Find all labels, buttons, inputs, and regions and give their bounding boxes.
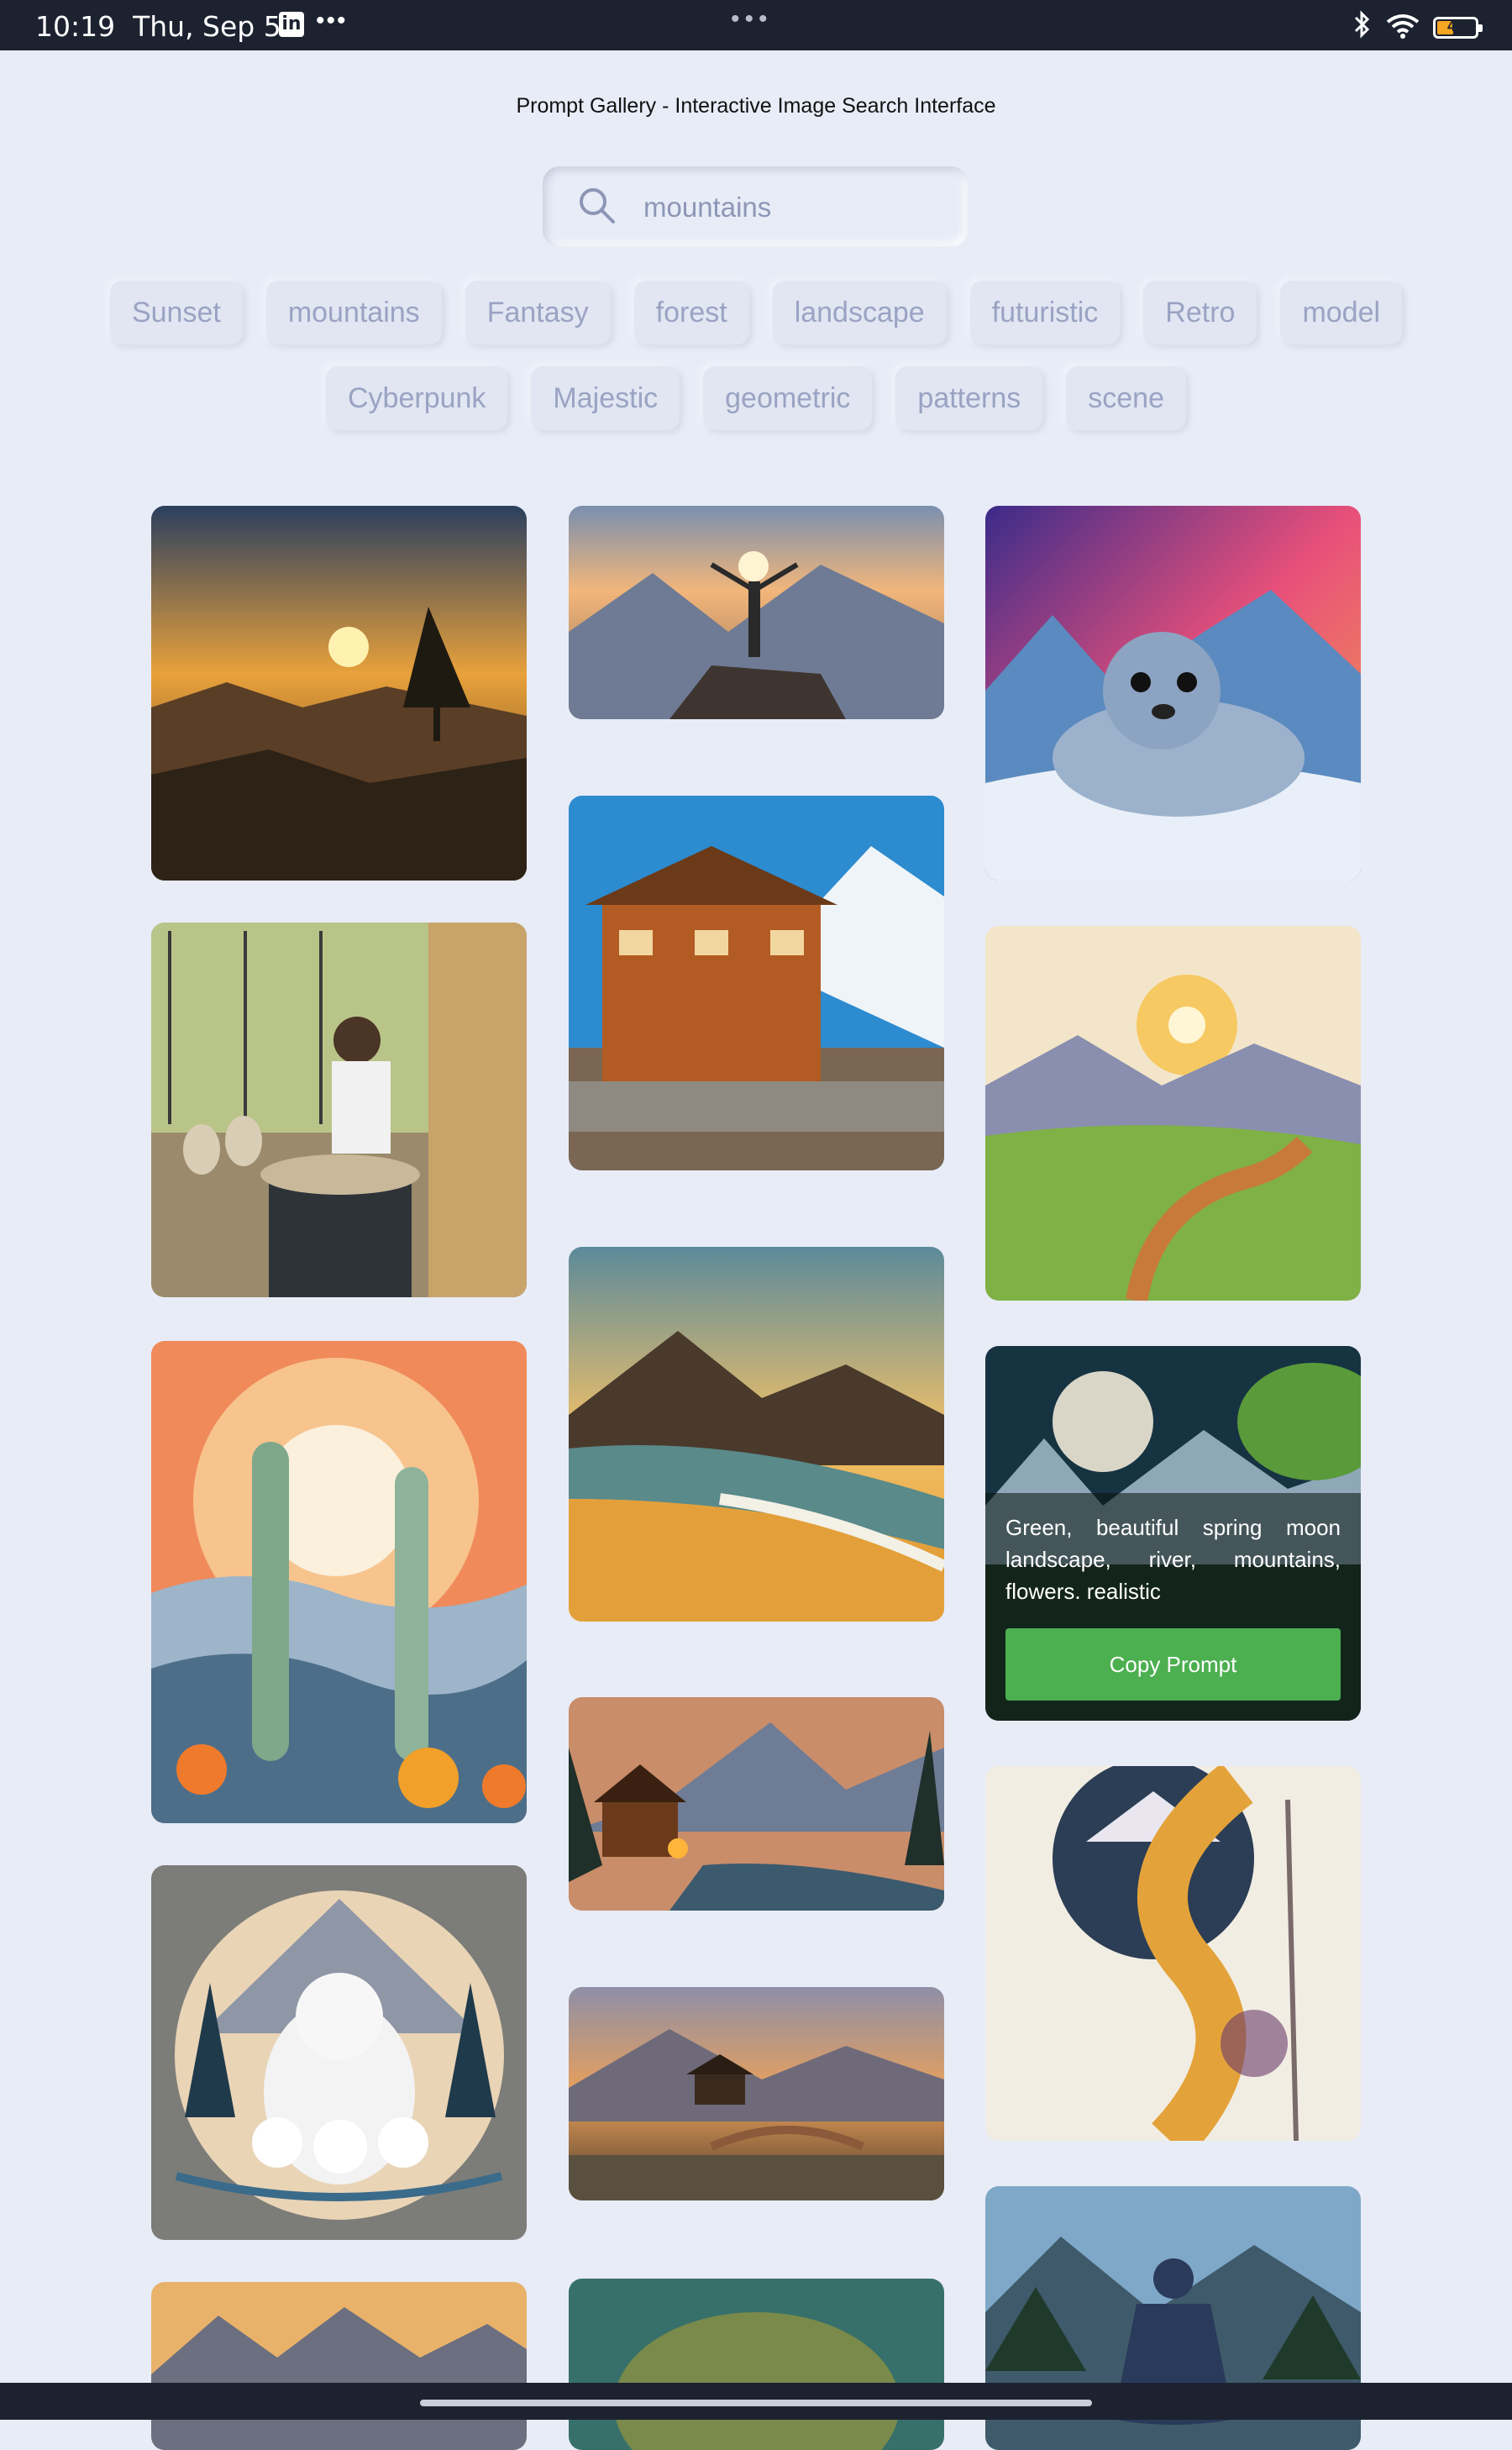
status-bar: 10:19 Thu, Sep 5 in ••• ••• 43 — [0, 0, 1512, 50]
battery-icon: 43 — [1433, 17, 1483, 39]
image-card-beach-mountain[interactable] — [569, 1247, 944, 1622]
image-watercolor-valley — [985, 926, 1361, 1301]
image-card-wooden-lodge[interactable] — [569, 796, 944, 1170]
prompt-overlay: Green, beautiful spring moon landscape, … — [985, 1493, 1361, 1721]
image-cabin-campfire — [569, 1697, 944, 1911]
home-gesture-handle[interactable] — [420, 2400, 1092, 2406]
image-card-japanese-bridge[interactable] — [569, 1987, 944, 2200]
image-seal-galaxy — [985, 506, 1361, 881]
search-box[interactable] — [543, 166, 968, 247]
image-watercolor-swirl — [985, 1766, 1361, 2141]
page-title: Prompt Gallery - Interactive Image Searc… — [516, 94, 996, 118]
image-mountain-range — [151, 2282, 527, 2450]
image-bear-family — [151, 1865, 527, 2240]
battery-level: 43 — [1446, 18, 1465, 34]
image-card-bear-family[interactable] — [151, 1865, 527, 2240]
multitask-dots-icon[interactable]: ••• — [731, 5, 773, 34]
tag-patterns[interactable]: patterns — [895, 366, 1043, 430]
prompt-text: Green, beautiful spring moon landscape, … — [1005, 1515, 1341, 1604]
wifi-icon — [1386, 13, 1420, 43]
image-card-hiker-summit[interactable] — [569, 506, 944, 719]
image-card-cactus-sun[interactable] — [151, 1341, 527, 1823]
tag-fantasy[interactable]: Fantasy — [465, 281, 611, 344]
tag-model[interactable]: model — [1280, 281, 1403, 344]
bluetooth-icon — [1351, 10, 1373, 45]
image-card-sunset-pines[interactable] — [151, 506, 527, 881]
status-icons: 43 — [1351, 10, 1483, 45]
tag-forest[interactable]: forest — [633, 281, 749, 344]
linkedin-icon: in — [279, 12, 304, 37]
tag-mountains[interactable]: mountains — [265, 281, 442, 344]
image-card-cabin-campfire[interactable] — [569, 1697, 944, 1911]
image-japanese-bridge — [569, 1987, 944, 2200]
image-card-watercolor-swirl[interactable] — [985, 1766, 1361, 2141]
tag-list: Sunset mountains Fantasy forest landscap… — [84, 281, 1428, 452]
image-sunset-pines — [151, 506, 527, 881]
image-hiker-summit — [569, 506, 944, 719]
tag-geometric[interactable]: geometric — [703, 366, 873, 430]
image-card-watercolor-valley[interactable] — [985, 926, 1361, 1301]
image-card-tree[interactable] — [569, 2279, 944, 2450]
tag-row-2: Cyberpunk Majestic geometric patterns sc… — [84, 366, 1428, 430]
navigation-bar — [0, 2383, 1512, 2420]
copy-prompt-button[interactable]: Copy Prompt — [1005, 1628, 1341, 1701]
image-tree — [569, 2279, 944, 2450]
image-wooden-lodge — [569, 796, 944, 1170]
tag-majestic[interactable]: Majestic — [531, 366, 680, 430]
tag-cyberpunk[interactable]: Cyberpunk — [326, 366, 508, 430]
status-time: 10:19 Thu, Sep 5 — [35, 10, 281, 43]
image-pottery — [151, 923, 527, 1297]
image-card-mountain-range[interactable] — [151, 2282, 527, 2450]
search-input[interactable] — [642, 185, 948, 230]
image-cactus-sun — [151, 1341, 527, 1823]
tag-sunset[interactable]: Sunset — [109, 281, 243, 344]
tag-futuristic[interactable]: futuristic — [969, 281, 1121, 344]
tag-scene[interactable]: scene — [1066, 366, 1186, 430]
search-icon — [580, 188, 615, 223]
tag-landscape[interactable]: landscape — [772, 281, 947, 344]
tag-row-1: Sunset mountains Fantasy forest landscap… — [84, 281, 1428, 344]
image-beach-mountain — [569, 1247, 944, 1622]
image-card-pottery[interactable] — [151, 923, 527, 1297]
tag-retro[interactable]: Retro — [1143, 281, 1257, 344]
image-card-moon-landscape[interactable]: Green, beautiful spring moon landscape, … — [985, 1346, 1361, 1721]
notification-overflow-icon: ••• — [316, 7, 348, 34]
image-card-seal-galaxy[interactable] — [985, 506, 1361, 881]
